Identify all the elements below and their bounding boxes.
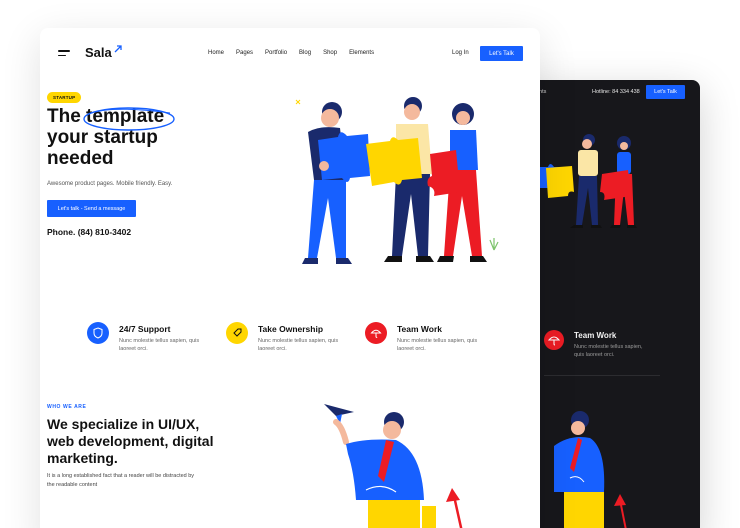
marketing-illustration — [324, 404, 463, 528]
menu-item-home[interactable]: Home — [208, 50, 224, 56]
feature-desc: Nunc molestie tellus sapien, quis laoree… — [119, 338, 200, 352]
arrow-up-right-icon — [114, 45, 122, 53]
feature-desc: Nunc molestie tellus sapien, quis laoree… — [397, 338, 478, 352]
brand-logo[interactable]: Sala — [85, 45, 112, 60]
scribble-circle-decoration — [83, 107, 175, 131]
dark-lets-talk-button[interactable]: Let's Talk — [646, 85, 685, 99]
feature-title: Team Work — [397, 324, 443, 334]
hero-subtitle: Awesome product pages. Mobile friendly. … — [47, 181, 173, 187]
phone-number[interactable]: Phone. (84) 810-3402 — [47, 227, 131, 237]
menu-icon[interactable] — [58, 50, 70, 59]
section-eyebrow: WHO WE ARE — [47, 404, 87, 410]
main-menu: Home Pages Portfolio Blog Shop Elements — [208, 50, 386, 56]
dark-marketing-illustration — [554, 411, 627, 528]
menu-item-pages[interactable]: Pages — [236, 50, 253, 56]
dark-feature-title: Team Work — [574, 331, 617, 340]
shield-icon — [87, 322, 109, 344]
tag-icon — [226, 322, 248, 344]
feature-title: Take Ownership — [258, 324, 324, 334]
dark-feature-desc: Nunc molestie tellus sapien, quis laoree… — [574, 344, 643, 358]
send-message-button[interactable]: Let's talk - Send a message — [47, 200, 136, 217]
umbrella-icon — [365, 322, 387, 344]
dark-hero-illustration — [539, 134, 637, 228]
dark-navbar: ents Hotline: 84 334 438 Let's Talk — [520, 80, 700, 108]
dark-divider — [544, 375, 660, 376]
login-link[interactable]: Log In — [452, 50, 469, 56]
menu-item-elements[interactable]: Elements — [349, 50, 374, 56]
menu-item-shop[interactable]: Shop — [323, 50, 337, 56]
menu-item-portfolio[interactable]: Portfolio — [265, 50, 287, 56]
lets-talk-button[interactable]: Let's Talk — [480, 46, 523, 61]
dark-hotline-text: Hotline: 84 334 438 — [592, 89, 640, 95]
umbrella-icon — [544, 330, 564, 350]
section-body: It is a long established fact that a rea… — [47, 473, 195, 488]
feature-title: 24/7 Support — [119, 324, 171, 334]
dark-theme-preview: ents Hotline: 84 334 438 Let's Talk Team… — [520, 80, 700, 528]
showcase-stage: ents Hotline: 84 334 438 Let's Talk Team… — [0, 0, 740, 528]
startup-badge: STARTUP — [47, 92, 82, 103]
feature-desc: Nunc molestie tellus sapien, quis laoree… — [258, 338, 339, 352]
section-heading: We specialize in UI/UX, web development,… — [47, 416, 214, 466]
menu-item-blog[interactable]: Blog — [299, 50, 311, 56]
team-puzzle-illustration — [295, 97, 499, 264]
